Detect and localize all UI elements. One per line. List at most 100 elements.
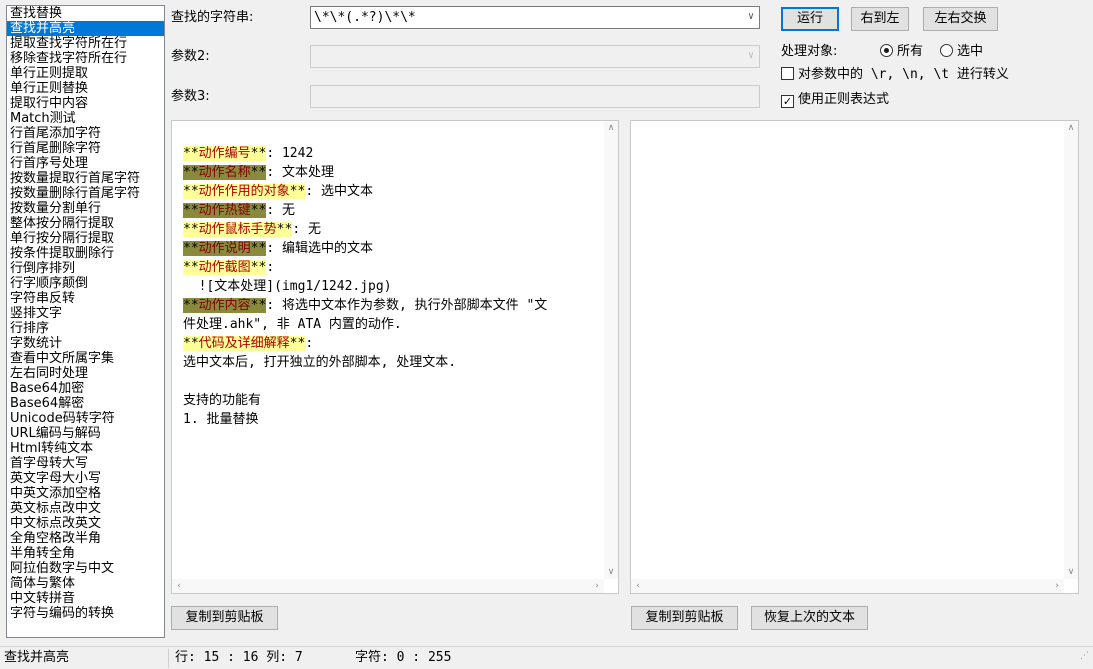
escape-checkbox-box[interactable]: [781, 67, 794, 80]
copy-left-button[interactable]: 复制到剪贴板: [171, 606, 278, 630]
scroll-right-icon[interactable]: ›: [1050, 579, 1064, 593]
function-list-item[interactable]: 阿拉伯数字与中文: [7, 561, 164, 576]
scroll-right-icon[interactable]: ›: [590, 579, 604, 593]
function-list-item[interactable]: 行排序: [7, 321, 164, 336]
chevron-down-icon[interactable]: ∨: [745, 11, 757, 23]
function-list-item[interactable]: 查找并高亮: [7, 21, 164, 36]
highlight-key: 动作内容: [198, 298, 251, 313]
scroll-left-icon[interactable]: ‹: [172, 579, 186, 593]
function-list-item[interactable]: 行首尾删除字符: [7, 141, 164, 156]
radio-all-label: 所有: [897, 44, 924, 59]
function-list-item[interactable]: Match测试: [7, 111, 164, 126]
editor-line: 1. 批量替换: [183, 410, 604, 429]
param3-field[interactable]: [310, 85, 760, 108]
editor-line: **动作鼠标手势**: 无: [183, 220, 604, 239]
chevron-down-icon[interactable]: ∨: [745, 50, 757, 62]
search-string-label: 查找的字符串:: [171, 10, 254, 25]
line-rest: : 1242: [266, 146, 314, 161]
line-text: 支持的功能有: [183, 393, 262, 408]
function-list-item[interactable]: 竖排文字: [7, 306, 164, 321]
function-list-item[interactable]: 按数量提取行首尾字符: [7, 171, 164, 186]
right-text-editor[interactable]: ∧ ∨ ‹ ›: [630, 120, 1079, 594]
function-list-item[interactable]: 全角空格改半角: [7, 531, 164, 546]
function-list-item[interactable]: 首字母转大写: [7, 456, 164, 471]
escape-checkbox[interactable]: 对参数中的 \r, \n, \t 进行转义: [781, 63, 1009, 82]
function-list-item[interactable]: Html转纯文本: [7, 441, 164, 456]
right-to-left-button[interactable]: 右到左: [851, 7, 909, 31]
function-list-item[interactable]: 字数统计: [7, 336, 164, 351]
escape-checkbox-label: 对参数中的 \r, \n, \t 进行转义: [798, 67, 1009, 82]
function-list-item[interactable]: 行首尾添加字符: [7, 126, 164, 141]
scroll-left-icon[interactable]: ‹: [631, 579, 645, 593]
function-list-item[interactable]: 字符串反转: [7, 291, 164, 306]
highlight-key: 动作作用的对象: [198, 184, 290, 199]
line-text: ![文本处理](img1/1242.jpg): [183, 279, 392, 294]
radio-selected[interactable]: 选中: [940, 40, 983, 59]
regex-checkbox-box[interactable]: ✓: [781, 95, 794, 108]
function-list-item[interactable]: 查找替换: [7, 6, 164, 21]
resize-grip-icon[interactable]: ⋰: [1080, 645, 1089, 667]
function-list-item[interactable]: 按数量分割单行: [7, 201, 164, 216]
function-list-item[interactable]: 查看中文所属字集: [7, 351, 164, 366]
function-list-item[interactable]: 左右同时处理: [7, 366, 164, 381]
function-list[interactable]: 查找替换 查找并高亮 提取查找字符所在行 移除查找字符所在行 单行正则提取 单行正则替换提…: [6, 5, 165, 638]
function-list-item[interactable]: 英文字母大小写: [7, 471, 164, 486]
function-list-item[interactable]: 中英文添加空格: [7, 486, 164, 501]
left-vertical-scrollbar[interactable]: ∧ ∨: [604, 121, 618, 579]
function-list-item[interactable]: 行首序号处理: [7, 156, 164, 171]
highlight-key: 代码及详细解释: [198, 336, 290, 351]
radio-all-indicator[interactable]: [880, 44, 893, 57]
function-list-item[interactable]: 中文标点改英文: [7, 516, 164, 531]
function-list-item[interactable]: 提取行中内容: [7, 96, 164, 111]
right-vertical-scrollbar[interactable]: ∧ ∨: [1064, 121, 1078, 579]
function-list-item[interactable]: 按数量删除行首尾字符: [7, 186, 164, 201]
scroll-up-icon[interactable]: ∧: [1064, 121, 1078, 135]
function-list-item[interactable]: Unicode码转字符: [7, 411, 164, 426]
line-rest: :: [305, 336, 314, 351]
function-list-item[interactable]: 移除查找字符所在行: [7, 51, 164, 66]
function-list-item[interactable]: 简体与繁体: [7, 576, 164, 591]
left-horizontal-scrollbar[interactable]: ‹ ›: [172, 579, 604, 593]
function-list-item[interactable]: 整体按分隔行提取: [7, 216, 164, 231]
scroll-up-icon[interactable]: ∧: [604, 121, 618, 135]
status-action: 查找并高亮: [4, 650, 70, 665]
function-list-item[interactable]: Base64解密: [7, 396, 164, 411]
swap-button[interactable]: 左右交换: [923, 7, 998, 31]
radio-all[interactable]: 所有: [880, 40, 923, 59]
run-button[interactable]: 运行: [781, 7, 839, 31]
function-list-item[interactable]: 英文标点改中文: [7, 501, 164, 516]
function-list-item[interactable]: 中文转拼音: [7, 591, 164, 606]
target-label: 处理对象:: [781, 44, 838, 59]
line-rest: :: [266, 260, 275, 275]
regex-checkbox-label: 使用正则表达式: [798, 92, 890, 107]
scroll-down-icon[interactable]: ∨: [1064, 565, 1078, 579]
editor-line: **动作作用的对象**: 选中文本: [183, 182, 604, 201]
function-list-item[interactable]: 按条件提取删除行: [7, 246, 164, 261]
line-rest: : 文本处理: [266, 165, 334, 180]
param2-combo[interactable]: ∨: [310, 45, 760, 68]
function-list-item[interactable]: Base64加密: [7, 381, 164, 396]
param3-label: 参数3:: [171, 89, 210, 104]
restore-button[interactable]: 恢复上次的文本: [751, 606, 868, 630]
radio-selected-indicator[interactable]: [940, 44, 953, 57]
line-rest: : 编辑选中的文本: [266, 241, 373, 256]
highlight-key: 动作名称: [198, 165, 251, 180]
function-list-item[interactable]: 字符与编码的转换: [7, 606, 164, 621]
function-list-item[interactable]: 提取查找字符所在行: [7, 36, 164, 51]
function-list-item[interactable]: 行倒序排列: [7, 261, 164, 276]
function-list-item[interactable]: 单行正则替换: [7, 81, 164, 96]
left-editor-content[interactable]: **动作编号**: 1242 **动作名称**: 文本处理 **动作作用的对象**:…: [183, 144, 604, 429]
function-list-item[interactable]: 单行正则提取: [7, 66, 164, 81]
right-horizontal-scrollbar[interactable]: ‹ ›: [631, 579, 1064, 593]
function-list-item[interactable]: URL编码与解码: [7, 426, 164, 441]
left-text-editor[interactable]: **动作编号**: 1242 **动作名称**: 文本处理 **动作作用的对象**:…: [171, 120, 619, 594]
highlight-match: **动作编号**: [183, 146, 267, 161]
status-divider: [168, 649, 169, 668]
copy-right-button[interactable]: 复制到剪贴板: [631, 606, 738, 630]
function-list-item[interactable]: 半角转全角: [7, 546, 164, 561]
function-list-item[interactable]: 行字顺序颠倒: [7, 276, 164, 291]
regex-checkbox[interactable]: ✓ 使用正则表达式: [781, 88, 889, 108]
function-list-item[interactable]: 单行按分隔行提取: [7, 231, 164, 246]
search-string-combo[interactable]: \*\*(.*?)\*\* ∨: [310, 6, 760, 29]
scroll-down-icon[interactable]: ∨: [604, 565, 618, 579]
